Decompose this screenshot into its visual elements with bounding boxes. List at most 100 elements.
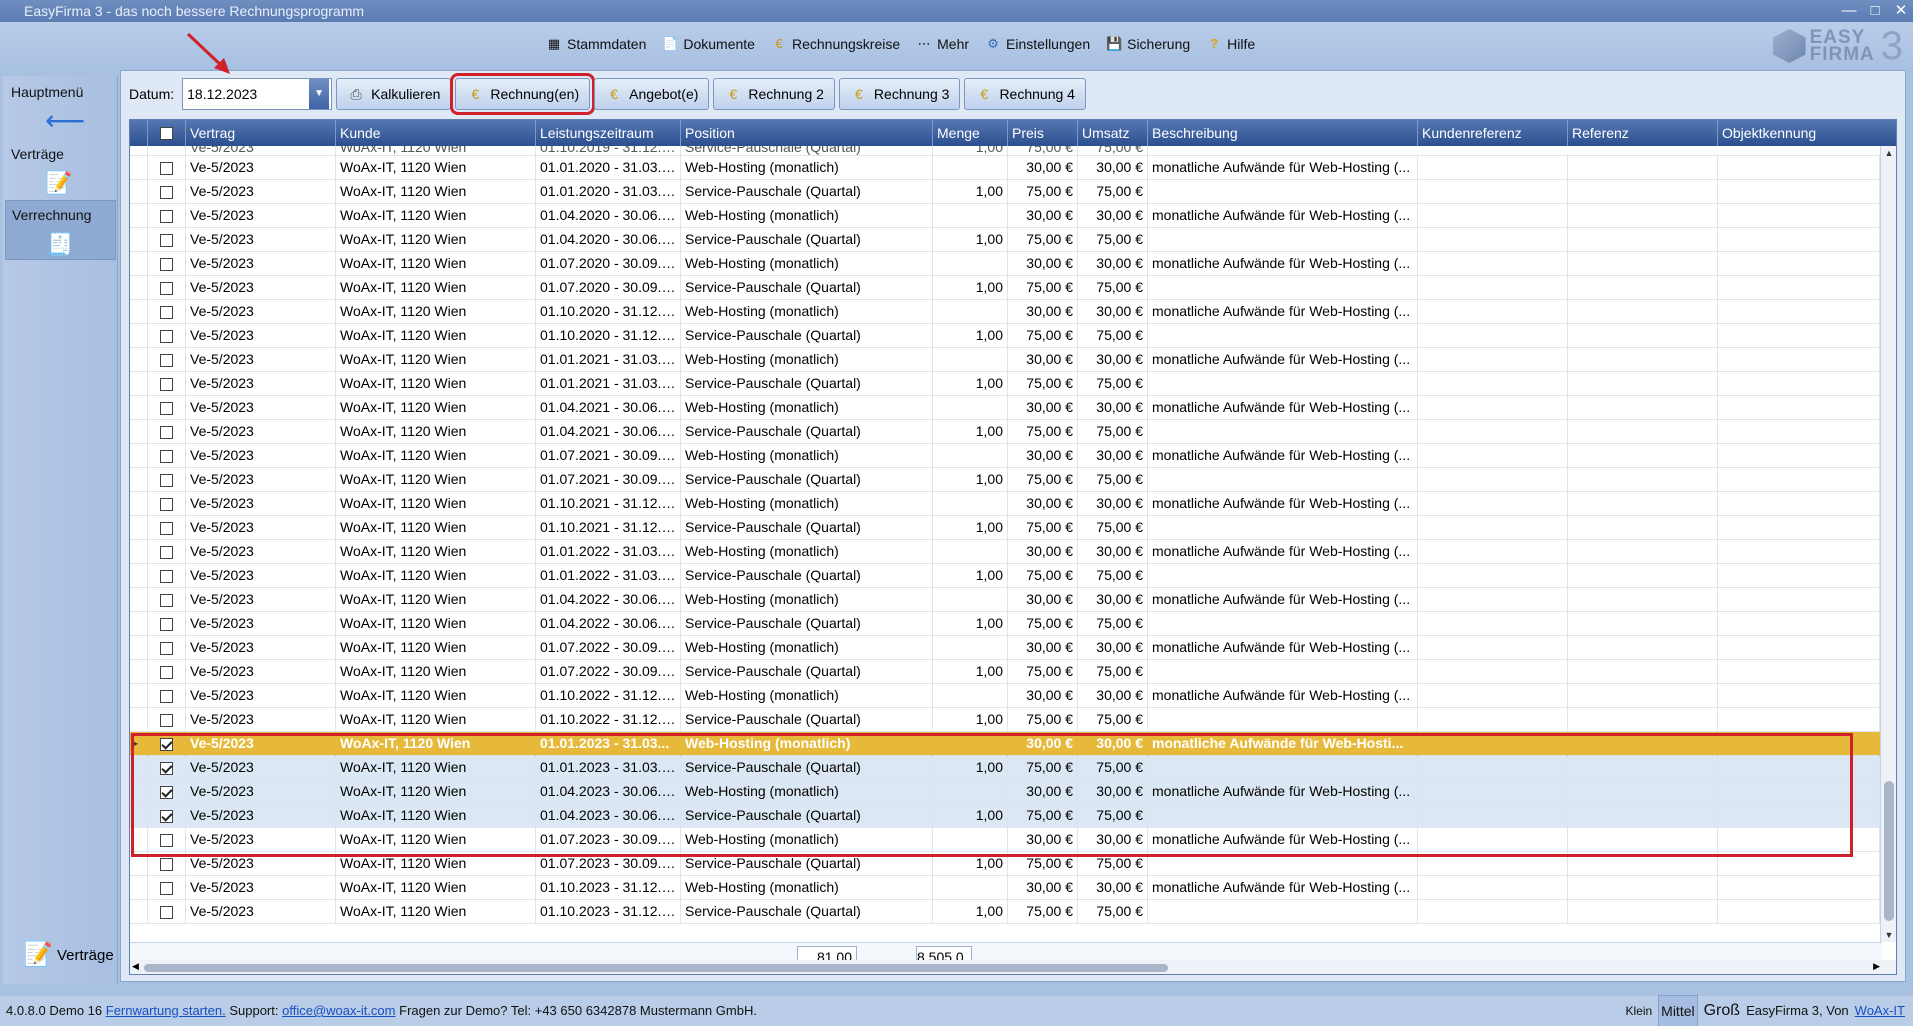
table-row[interactable]: Ve-5/2023 WoAx-IT, 1120 Wien 01.04.2022 - … xyxy=(130,588,1882,612)
row-checkbox[interactable] xyxy=(160,305,173,319)
row-checkbox[interactable] xyxy=(160,185,173,199)
kalkulieren-button[interactable]: ⎙ Kalkulieren xyxy=(336,78,452,110)
maximize-button[interactable]: □ xyxy=(1867,0,1883,22)
angebote-button[interactable]: € Angebot(e) xyxy=(594,78,710,110)
table-row[interactable]: Ve-5/2023 WoAx-IT, 1120 Wien 01.10.2020 - … xyxy=(130,300,1882,324)
row-checkbox[interactable] xyxy=(160,521,173,535)
scroll-left-icon[interactable]: ◀ xyxy=(132,961,139,972)
scroll-up-icon[interactable]: ▲ xyxy=(1881,146,1896,160)
table-row[interactable]: Ve-5/2023 WoAx-IT, 1120 Wien 01.10.2021 - … xyxy=(130,516,1882,540)
rechnung-2-button[interactable]: € Rechnung 2 xyxy=(713,78,835,110)
datum-input[interactable] xyxy=(183,80,310,108)
table-row[interactable]: ▸ Ve-5/2023 WoAx-IT, 1120 Wien 01.01.2023 -… xyxy=(130,732,1882,756)
column-header-position[interactable]: Position xyxy=(681,120,933,146)
table-row[interactable]: Ve-5/2023 WoAx-IT, 1120 Wien 01.01.2020 - … xyxy=(130,156,1882,180)
table-row[interactable]: Ve-5/2023 WoAx-IT, 1120 Wien 01.04.2021 - … xyxy=(130,420,1882,444)
table-row[interactable]: Ve-5/2023 WoAx-IT, 1120 Wien 01.07.2023 - … xyxy=(130,852,1882,876)
row-checkbox[interactable] xyxy=(160,881,173,895)
table-row[interactable]: Ve-5/2023 WoAx-IT, 1120 Wien 01.01.2022 - … xyxy=(130,540,1882,564)
menu-hilfe[interactable]: ? Hilfe xyxy=(1200,34,1261,54)
column-header-kunde[interactable]: Kunde xyxy=(336,120,536,146)
row-checkbox[interactable] xyxy=(160,401,173,415)
row-checkbox[interactable] xyxy=(160,857,173,871)
menu-stammdaten[interactable]: ▦ Stammdaten xyxy=(540,34,652,54)
vertical-scroll-thumb[interactable] xyxy=(1884,781,1894,921)
support-email-link[interactable]: office@woax-it.com xyxy=(282,1003,395,1018)
vertical-scrollbar[interactable]: ▲ ▼ xyxy=(1880,146,1896,942)
table-row[interactable]: Ve-5/2023 WoAx-IT, 1120 Wien 01.10.2021 - … xyxy=(130,492,1882,516)
table-row[interactable]: Ve-5/2023 WoAx-IT, 1120 Wien 01.10.2023 - … xyxy=(130,900,1882,924)
row-checkbox[interactable] xyxy=(160,569,173,583)
table-row[interactable]: Ve-5/2023 WoAx-IT, 1120 Wien 01.04.2023 - … xyxy=(130,804,1882,828)
rechnung-3-button[interactable]: € Rechnung 3 xyxy=(838,78,961,110)
chevron-down-icon[interactable]: ▼ xyxy=(309,79,330,109)
close-button[interactable]: ✕ xyxy=(1893,0,1909,22)
select-all-checkbox[interactable] xyxy=(160,126,173,140)
row-checkbox[interactable] xyxy=(160,545,173,559)
horizontal-scrollbar[interactable]: ◀ ▶ xyxy=(130,960,1896,974)
size-medium-button[interactable]: Mittel xyxy=(1658,995,1698,1026)
table-row[interactable]: Ve-5/2023 WoAx-IT, 1120 Wien 01.07.2020 - … xyxy=(130,276,1882,300)
sidebar-item-vertraege[interactable]: Verträge 📝 xyxy=(5,140,116,200)
table-row-partial[interactable]: Ve-5/2023 WoAx-IT, 1120 Wien 01.10.2019 … xyxy=(130,146,1882,156)
table-row[interactable]: Ve-5/2023 WoAx-IT, 1120 Wien 01.01.2023 - … xyxy=(130,756,1882,780)
table-row[interactable]: Ve-5/2023 WoAx-IT, 1120 Wien 01.07.2021 - … xyxy=(130,468,1882,492)
size-small-button[interactable]: Klein xyxy=(1625,996,1652,1026)
table-row[interactable]: Ve-5/2023 WoAx-IT, 1120 Wien 01.10.2023 - … xyxy=(130,876,1882,900)
column-header-referenz[interactable]: Referenz xyxy=(1568,120,1718,146)
row-checkbox[interactable] xyxy=(160,713,173,727)
table-row[interactable]: Ve-5/2023 WoAx-IT, 1120 Wien 01.10.2020 - … xyxy=(130,324,1882,348)
column-header-objektkennung[interactable]: Objektkennung xyxy=(1718,120,1880,146)
table-row[interactable]: Ve-5/2023 WoAx-IT, 1120 Wien 01.01.2022 - … xyxy=(130,564,1882,588)
horizontal-scroll-thumb[interactable] xyxy=(144,964,1168,972)
sidebar-item-verrechnung[interactable]: Verrechnung 🧾 xyxy=(5,200,116,260)
table-row[interactable]: Ve-5/2023 WoAx-IT, 1120 Wien 01.01.2020 - … xyxy=(130,180,1882,204)
scroll-right-icon[interactable]: ▶ xyxy=(1873,961,1880,972)
row-checkbox[interactable] xyxy=(160,329,173,343)
column-header-vertrag[interactable]: Vertrag xyxy=(186,120,336,146)
column-header-beschreibung[interactable]: Beschreibung xyxy=(1148,120,1418,146)
row-checkbox[interactable] xyxy=(160,497,173,511)
column-header-preis[interactable]: Preis xyxy=(1008,120,1078,146)
row-checkbox[interactable] xyxy=(160,257,173,271)
menu-einstellungen[interactable]: ⚙ Einstellungen xyxy=(979,34,1096,54)
row-checkbox[interactable] xyxy=(160,737,173,751)
table-row[interactable]: Ve-5/2023 WoAx-IT, 1120 Wien 01.07.2021 - … xyxy=(130,444,1882,468)
menu-rechnungskreise[interactable]: € Rechnungskreise xyxy=(765,34,906,54)
row-checkbox[interactable] xyxy=(160,377,173,391)
table-row[interactable]: Ve-5/2023 WoAx-IT, 1120 Wien 01.10.2022 - … xyxy=(130,708,1882,732)
row-checkbox[interactable] xyxy=(160,785,173,799)
row-checkbox[interactable] xyxy=(160,449,173,463)
rechnungen-button[interactable]: € Rechnung(en) xyxy=(450,73,596,115)
table-row[interactable]: Ve-5/2023 WoAx-IT, 1120 Wien 01.01.2021 - … xyxy=(130,348,1882,372)
table-row[interactable]: Ve-5/2023 WoAx-IT, 1120 Wien 01.04.2020 - … xyxy=(130,228,1882,252)
column-header-menge[interactable]: Menge xyxy=(933,120,1008,146)
remote-support-link[interactable]: Fernwartung starten. xyxy=(106,1003,226,1018)
row-checkbox[interactable] xyxy=(160,833,173,847)
row-checkbox[interactable] xyxy=(160,689,173,703)
row-checkbox[interactable] xyxy=(160,161,173,175)
rechnung-4-button[interactable]: € Rechnung 4 xyxy=(964,78,1086,110)
row-checkbox[interactable] xyxy=(160,761,173,775)
table-row[interactable]: Ve-5/2023 WoAx-IT, 1120 Wien 01.07.2022 - … xyxy=(130,636,1882,660)
table-row[interactable]: Ve-5/2023 WoAx-IT, 1120 Wien 01.07.2022 - … xyxy=(130,660,1882,684)
table-row[interactable]: Ve-5/2023 WoAx-IT, 1120 Wien 01.10.2022 - … xyxy=(130,684,1882,708)
size-large-button[interactable]: Groß xyxy=(1704,996,1740,1026)
table-row[interactable]: Ve-5/2023 WoAx-IT, 1120 Wien 01.01.2021 - … xyxy=(130,372,1882,396)
row-checkbox[interactable] xyxy=(160,353,173,367)
sidebar-bottom-vertraege[interactable]: 📝 Verträge xyxy=(23,940,114,970)
menu-dokumente[interactable]: 📄 Dokumente xyxy=(656,34,761,54)
table-row[interactable]: Ve-5/2023 WoAx-IT, 1120 Wien 01.04.2021 - … xyxy=(130,396,1882,420)
column-header-umsatz[interactable]: Umsatz xyxy=(1078,120,1148,146)
table-row[interactable]: Ve-5/2023 WoAx-IT, 1120 Wien 01.04.2020 - … xyxy=(130,204,1882,228)
row-checkbox[interactable] xyxy=(160,425,173,439)
column-header-leistungszeitraum[interactable]: Leistungszeitraum xyxy=(536,120,681,146)
table-row[interactable]: Ve-5/2023 WoAx-IT, 1120 Wien 01.04.2023 - … xyxy=(130,780,1882,804)
sidebar-item-hauptmenu[interactable]: Hauptmenü ⟵ xyxy=(5,78,116,138)
scroll-down-icon[interactable]: ▼ xyxy=(1881,928,1896,942)
row-checkbox[interactable] xyxy=(160,209,173,223)
row-checkbox[interactable] xyxy=(160,473,173,487)
credit-link[interactable]: WoAx-IT xyxy=(1855,996,1905,1026)
row-checkbox[interactable] xyxy=(160,665,173,679)
row-checkbox[interactable] xyxy=(160,593,173,607)
